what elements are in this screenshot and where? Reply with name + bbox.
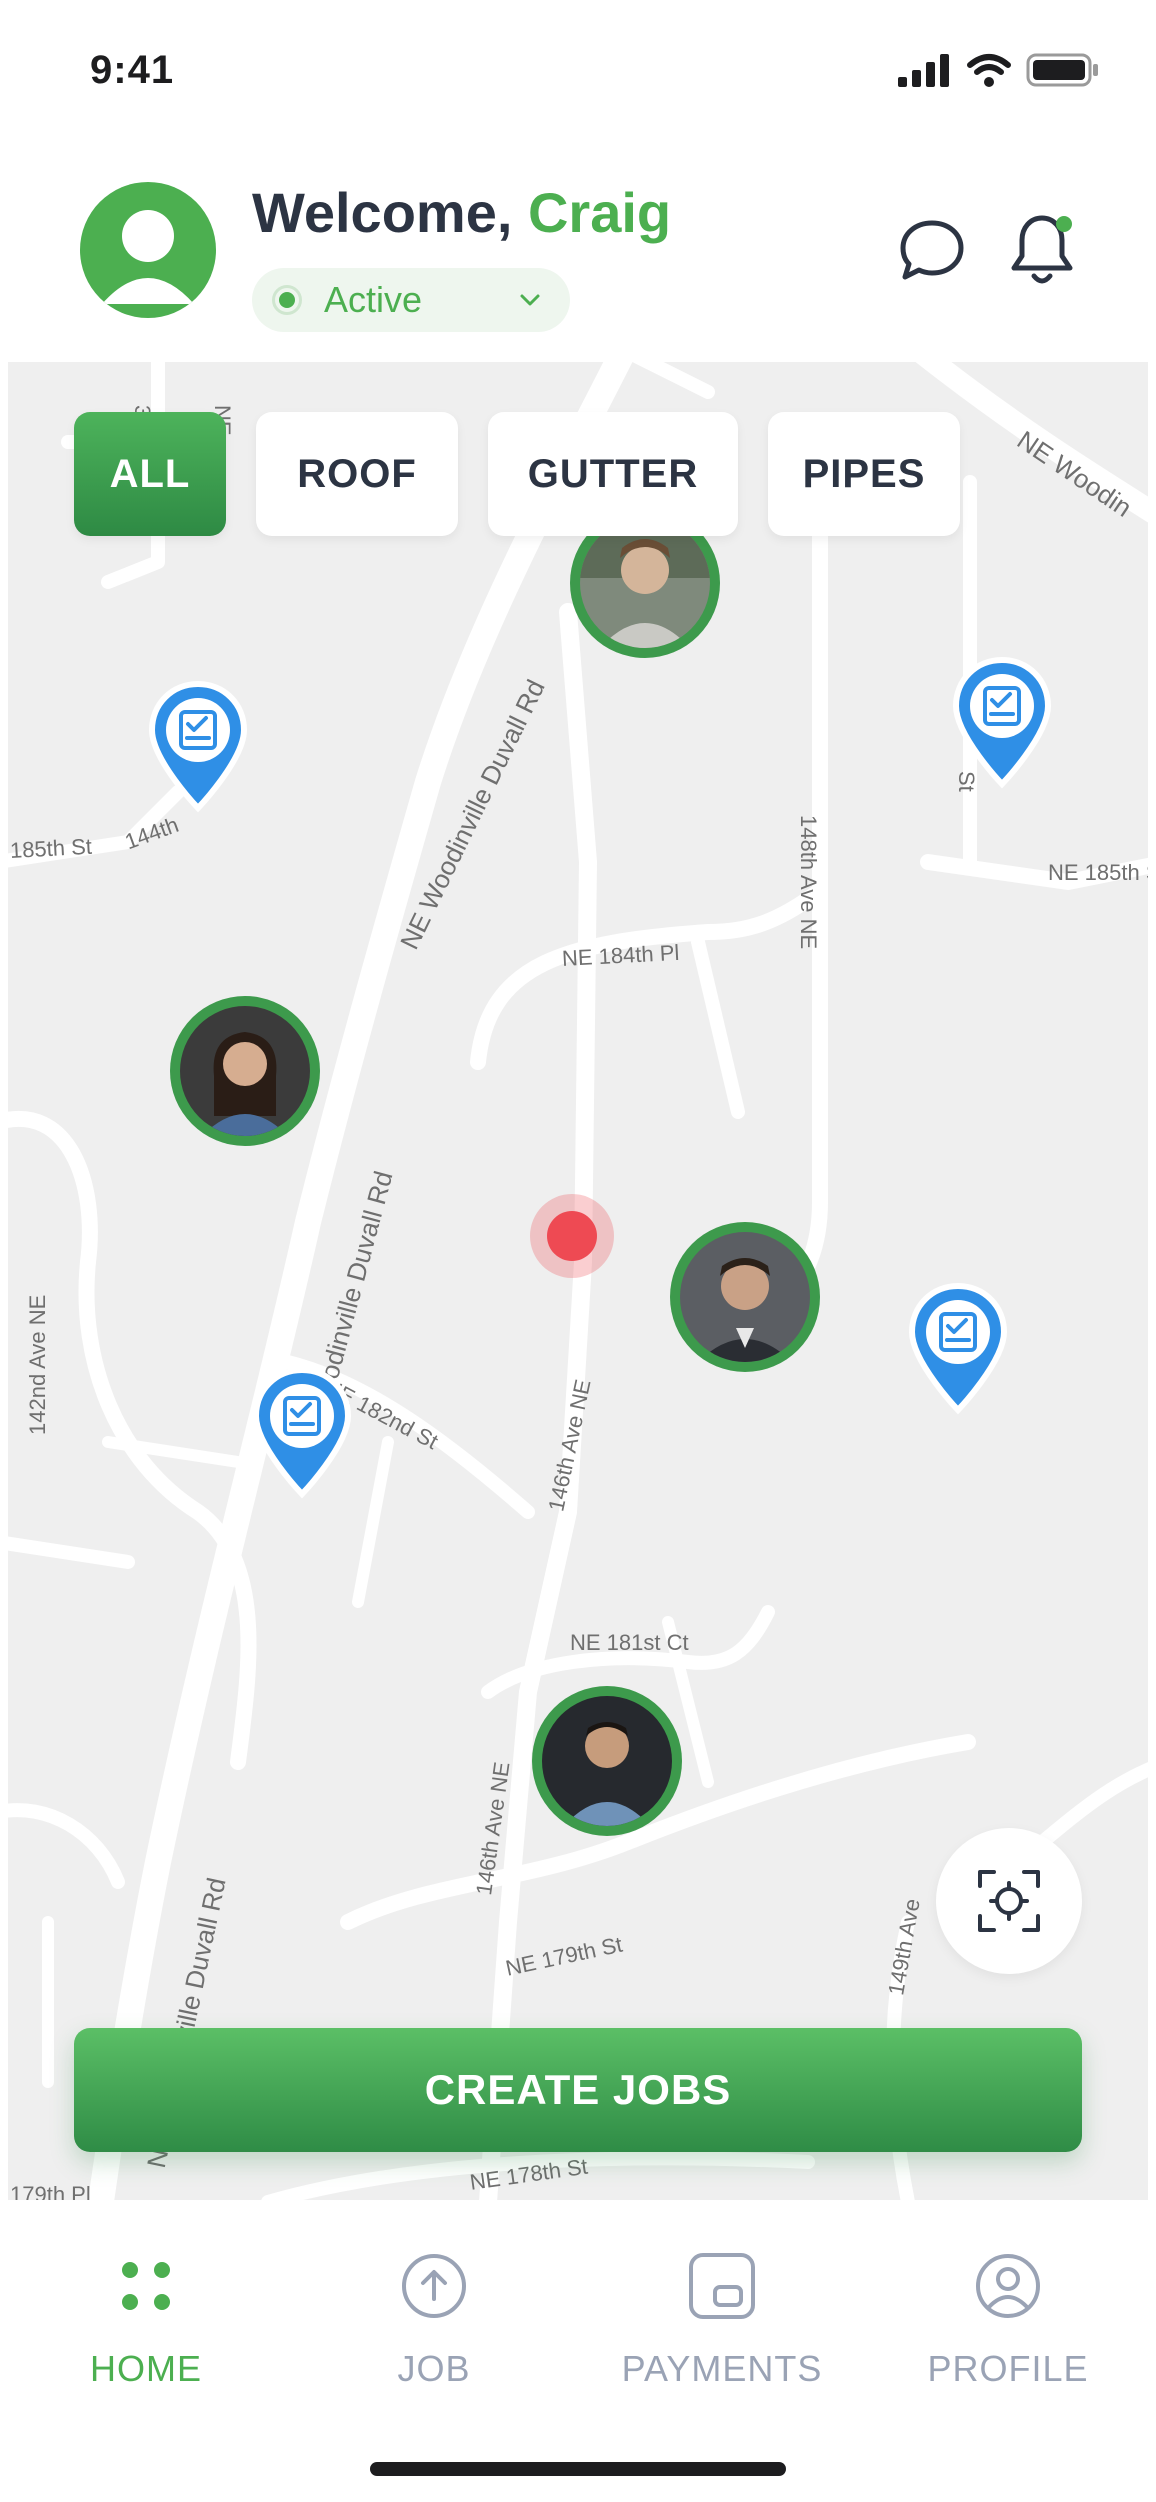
job-pin-icon bbox=[148, 680, 248, 813]
worker-photo bbox=[680, 1232, 810, 1362]
job-pin[interactable] bbox=[146, 680, 250, 814]
battery-icon bbox=[1026, 53, 1098, 87]
nav-payments[interactable]: PAYMENTS bbox=[602, 2250, 842, 2390]
filter-chip-pipes[interactable]: PIPES bbox=[768, 412, 960, 536]
create-jobs-button[interactable]: CREATE JOBS bbox=[74, 2028, 1082, 2152]
target-scan-icon bbox=[978, 1870, 1040, 1932]
worker-marker[interactable] bbox=[532, 1686, 682, 1836]
nav-home-label: HOME bbox=[90, 2348, 202, 2389]
current-location-marker bbox=[530, 1194, 614, 1278]
wallet-icon bbox=[686, 2250, 758, 2322]
street-label: 142nd Ave NE bbox=[25, 1294, 50, 1435]
nav-job-label: JOB bbox=[397, 2348, 471, 2389]
header: Welcome, Craig Active bbox=[0, 170, 1156, 370]
availability-status: Active bbox=[324, 279, 423, 320]
nav-payments-label: PAYMENTS bbox=[621, 2348, 823, 2389]
status-indicator bbox=[272, 285, 302, 315]
filter-chip-roof[interactable]: ROOF bbox=[256, 412, 458, 536]
job-pin-icon bbox=[908, 1282, 1008, 1415]
avatar[interactable] bbox=[80, 182, 216, 318]
filter-chip-gutter[interactable]: GUTTER bbox=[488, 412, 738, 536]
job-filter-chips: ALL ROOF GUTTER PIPES bbox=[74, 412, 960, 536]
profile-icon bbox=[972, 2250, 1044, 2322]
nav-job[interactable]: JOB bbox=[314, 2250, 554, 2390]
worker-photo bbox=[580, 518, 710, 648]
recenter-button[interactable] bbox=[936, 1828, 1082, 1974]
user-name: Craig bbox=[527, 181, 672, 244]
street-label: NE 185th St bbox=[1048, 860, 1148, 885]
job-pin-icon bbox=[252, 1366, 352, 1499]
status-icons bbox=[896, 52, 1100, 88]
worker-photo bbox=[180, 1006, 310, 1136]
user-icon bbox=[102, 210, 194, 304]
nav-profile[interactable]: PROFILE bbox=[888, 2250, 1128, 2390]
job-pin[interactable] bbox=[906, 1282, 1010, 1416]
home-grid-icon bbox=[110, 2250, 182, 2322]
street-label: 179th Pl bbox=[10, 2182, 91, 2200]
chat-bubble-icon bbox=[900, 220, 964, 280]
job-pin[interactable] bbox=[250, 1366, 354, 1500]
worker-marker[interactable] bbox=[170, 996, 320, 1146]
status-time: 9:41 bbox=[90, 48, 175, 92]
signal-icon bbox=[898, 54, 949, 87]
upload-circle-icon bbox=[398, 2250, 470, 2322]
nav-profile-label: PROFILE bbox=[927, 2348, 1089, 2389]
status-bar: 9:41 bbox=[0, 0, 1156, 140]
messages-button[interactable] bbox=[892, 210, 972, 290]
nav-home[interactable]: HOME bbox=[26, 2250, 266, 2390]
worker-marker[interactable] bbox=[670, 1222, 820, 1372]
filter-chip-all[interactable]: ALL bbox=[74, 412, 226, 536]
street-label: NE 181st Ct bbox=[570, 1630, 689, 1655]
worker-photo bbox=[542, 1696, 672, 1826]
bottom-navigation: HOME JOB PAYMENTS PROFILE bbox=[0, 2200, 1156, 2502]
home-indicator[interactable] bbox=[370, 2462, 786, 2476]
welcome-prefix: Welcome, bbox=[252, 181, 528, 244]
wifi-icon bbox=[967, 54, 1011, 87]
chevron-down-icon bbox=[520, 294, 540, 306]
street-label: 185th St bbox=[9, 833, 93, 863]
street-label: 148th Ave NE bbox=[796, 815, 821, 950]
notifications-button[interactable] bbox=[1002, 210, 1082, 290]
job-pin[interactable] bbox=[950, 656, 1054, 790]
bell-icon bbox=[1011, 215, 1073, 284]
welcome-title: Welcome, Craig bbox=[252, 180, 671, 245]
job-pin-icon bbox=[952, 656, 1052, 789]
availability-dropdown[interactable]: Active bbox=[252, 268, 570, 332]
